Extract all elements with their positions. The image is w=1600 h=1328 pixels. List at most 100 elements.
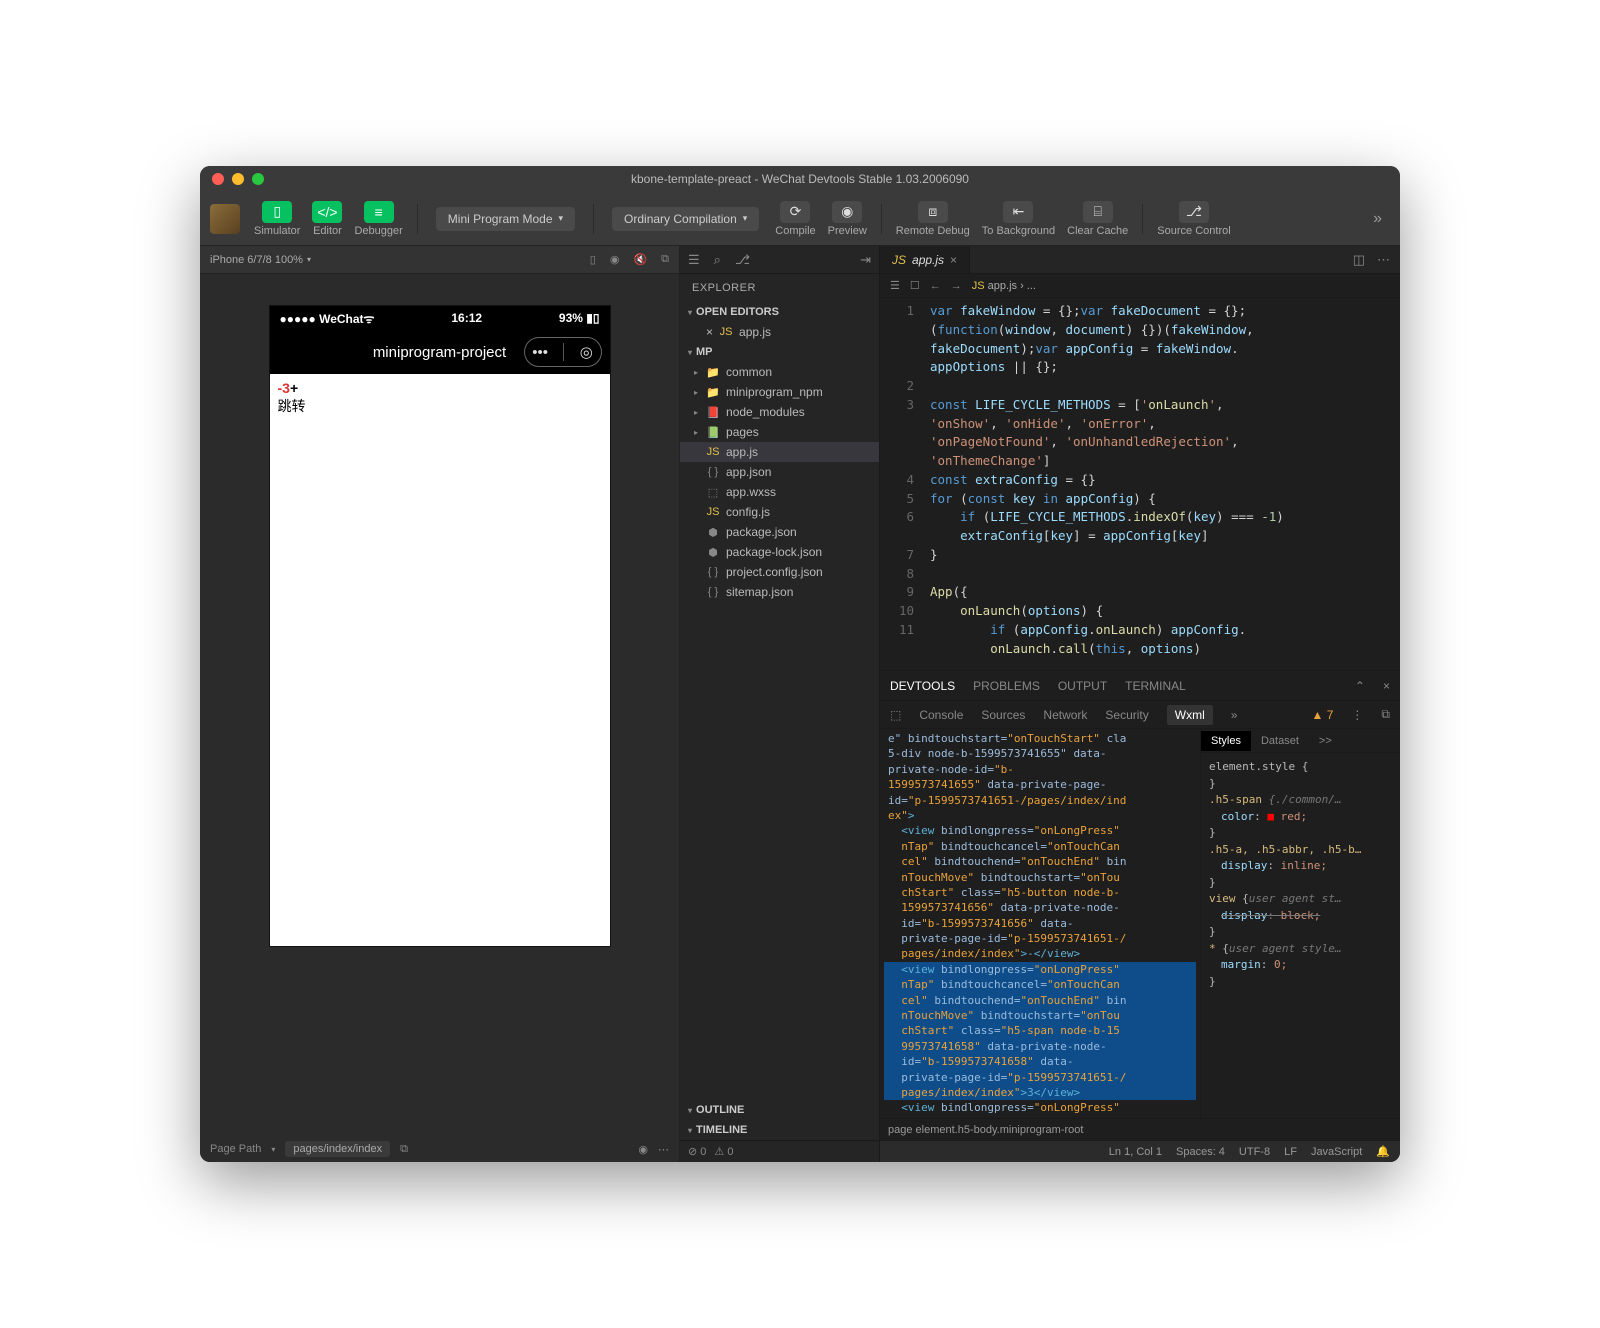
eye-icon[interactable]: ◉ <box>638 1143 648 1156</box>
editor-button[interactable]: </>Editor <box>312 201 342 237</box>
tab-console[interactable]: Console <box>919 708 963 722</box>
tab-wxml[interactable]: Wxml <box>1167 705 1213 725</box>
file-item[interactable]: ⬢package.json <box>680 522 879 542</box>
eol[interactable]: LF <box>1284 1146 1297 1158</box>
chevron-up-icon[interactable]: ⌃ <box>1355 679 1365 693</box>
avatar[interactable] <box>210 204 240 234</box>
record-icon[interactable]: ◉ <box>610 253 620 266</box>
traffic-lights <box>200 173 264 185</box>
forward-icon[interactable]: → <box>951 280 962 292</box>
plus-button[interactable]: + <box>290 380 298 396</box>
preview-button[interactable]: ◉Preview <box>828 201 867 237</box>
more-icon[interactable]: ⋮ <box>1351 708 1363 722</box>
wxml-tree[interactable]: e" bindtouchstart="onTouchStart" cla 5-d… <box>880 729 1200 1118</box>
tab-security[interactable]: Security <box>1105 708 1148 722</box>
overflow-icon[interactable]: » <box>1365 210 1390 228</box>
styles-body[interactable]: element.style { } .h5-span {./common/… c… <box>1201 753 1400 1118</box>
collapse-icon[interactable]: ⇥ <box>860 252 871 268</box>
dock-icon[interactable]: ⧉ <box>1381 707 1390 722</box>
counter: -3+ <box>278 380 602 396</box>
file-icon: 📁 <box>706 386 720 399</box>
remote-debug-button[interactable]: ⧈Remote Debug <box>896 201 970 237</box>
tab-more[interactable]: >> <box>1309 731 1342 751</box>
tab-styles[interactable]: Styles <box>1201 731 1251 751</box>
file-item[interactable]: 📗pages <box>680 422 879 442</box>
debugger-button[interactable]: ≡Debugger <box>354 201 402 237</box>
tab-network[interactable]: Network <box>1043 708 1087 722</box>
compile-button[interactable]: ⟳Compile <box>775 201 815 237</box>
tab-devtools[interactable]: DEVTOOLS <box>890 679 955 693</box>
list-icon[interactable]: ☰ <box>688 252 700 268</box>
file-item[interactable]: { }project.config.json <box>680 562 879 582</box>
source-control-button[interactable]: ⎇Source Control <box>1157 201 1230 237</box>
file-item[interactable]: ⬚app.wxss <box>680 482 879 502</box>
inspect-icon[interactable]: ⬚ <box>890 708 901 722</box>
battery-icon: ▮▯ <box>586 311 599 325</box>
js-icon: JS <box>972 280 985 292</box>
file-item[interactable]: { }sitemap.json <box>680 582 879 602</box>
file-item[interactable]: ⬢package-lock.json <box>680 542 879 562</box>
file-item[interactable]: { }app.json <box>680 462 879 482</box>
minimize-window-icon[interactable] <box>232 173 244 185</box>
copy-icon[interactable]: ⧉ <box>400 1143 408 1156</box>
mute-icon[interactable]: 🔇 <box>633 253 647 266</box>
menu-icon[interactable]: ••• <box>532 344 548 361</box>
clear-cache-button[interactable]: ⌸Clear Cache <box>1067 201 1128 237</box>
close-icon[interactable]: × <box>1383 679 1390 693</box>
search-icon[interactable]: ⌕ <box>714 252 721 268</box>
file-item[interactable]: 📁common <box>680 362 879 382</box>
tab-sources[interactable]: Sources <box>981 708 1025 722</box>
compilation-dropdown[interactable]: Ordinary Compilation <box>612 207 759 231</box>
split-icon[interactable]: ◫ <box>1353 252 1365 268</box>
timeline-section[interactable]: TIMELINE <box>680 1120 879 1140</box>
back-icon[interactable]: ← <box>930 280 941 292</box>
to-background-button[interactable]: ⇤To Background <box>982 201 1055 237</box>
copy-icon[interactable]: ⧉ <box>661 253 669 266</box>
simulator-area: ●●●●● WeChatᯤ 16:12 93% ▮▯ miniprogram-p… <box>200 274 679 1136</box>
target-icon[interactable]: ◎ <box>580 343 593 361</box>
tab-app-js[interactable]: JSapp.js× <box>880 246 970 273</box>
language[interactable]: JavaScript <box>1311 1146 1362 1158</box>
page-path-input[interactable]: pages/index/index <box>285 1141 390 1157</box>
tab-actions: ◫ ⋯ <box>1343 246 1400 273</box>
rotate-icon[interactable]: ▯ <box>590 253 596 266</box>
overflow-icon[interactable]: » <box>1231 708 1238 722</box>
project-root[interactable]: MP <box>680 342 879 362</box>
errors-icon[interactable]: ⊘ 0 <box>688 1145 706 1158</box>
file-item[interactable]: 📕node_modules <box>680 402 879 422</box>
tab-problems[interactable]: PROBLEMS <box>973 679 1040 693</box>
jump-link[interactable]: 跳转 <box>278 396 602 416</box>
maximize-window-icon[interactable] <box>252 173 264 185</box>
simulator-button[interactable]: ▯Simulator <box>254 201 300 237</box>
phone-body[interactable]: -3+ 跳转 <box>270 374 610 946</box>
devtools-crumb[interactable]: page element.h5-body.miniprogram-root <box>880 1118 1400 1140</box>
cursor-position[interactable]: Ln 1, Col 1 <box>1109 1146 1162 1158</box>
warning-badge[interactable]: ▲ 7 <box>1312 708 1334 722</box>
file-item[interactable]: 📁miniprogram_npm <box>680 382 879 402</box>
branch-icon[interactable]: ⎇ <box>735 252 750 268</box>
close-window-icon[interactable] <box>212 173 224 185</box>
code[interactable]: var fakeWindow = {};var fakeDocument = {… <box>922 298 1400 670</box>
mode-dropdown[interactable]: Mini Program Mode <box>436 207 575 231</box>
encoding[interactable]: UTF-8 <box>1239 1146 1270 1158</box>
device-selector[interactable]: iPhone 6/7/8 100% <box>210 254 303 266</box>
more-icon[interactable]: ⋯ <box>1377 252 1390 268</box>
indent[interactable]: Spaces: 4 <box>1176 1146 1225 1158</box>
sim-actions: ▯ ◉ 🔇 ⧉ <box>590 253 669 266</box>
menu-icon[interactable]: ☰ <box>890 279 900 292</box>
more-icon[interactable]: ⋯ <box>658 1143 669 1156</box>
file-item[interactable]: JSconfig.js <box>680 502 879 522</box>
file-item[interactable]: JSapp.js <box>680 442 879 462</box>
outline-section[interactable]: OUTLINE <box>680 1100 879 1120</box>
tab-output[interactable]: OUTPUT <box>1058 679 1107 693</box>
open-editor-item[interactable]: ×JSapp.js <box>680 322 879 342</box>
bookmark-icon[interactable]: ☐ <box>910 279 920 292</box>
open-editors-section[interactable]: OPEN EDITORS <box>680 302 879 322</box>
tab-terminal[interactable]: TERMINAL <box>1125 679 1186 693</box>
warnings-icon[interactable]: ⚠ 0 <box>714 1145 733 1158</box>
close-icon[interactable]: × <box>950 253 957 267</box>
bell-icon[interactable]: 🔔 <box>1376 1145 1390 1158</box>
editor-body[interactable]: 1234567891011 var fakeWindow = {};var fa… <box>880 298 1400 670</box>
tab-dataset[interactable]: Dataset <box>1251 731 1309 751</box>
close-icon[interactable]: × <box>706 325 713 339</box>
